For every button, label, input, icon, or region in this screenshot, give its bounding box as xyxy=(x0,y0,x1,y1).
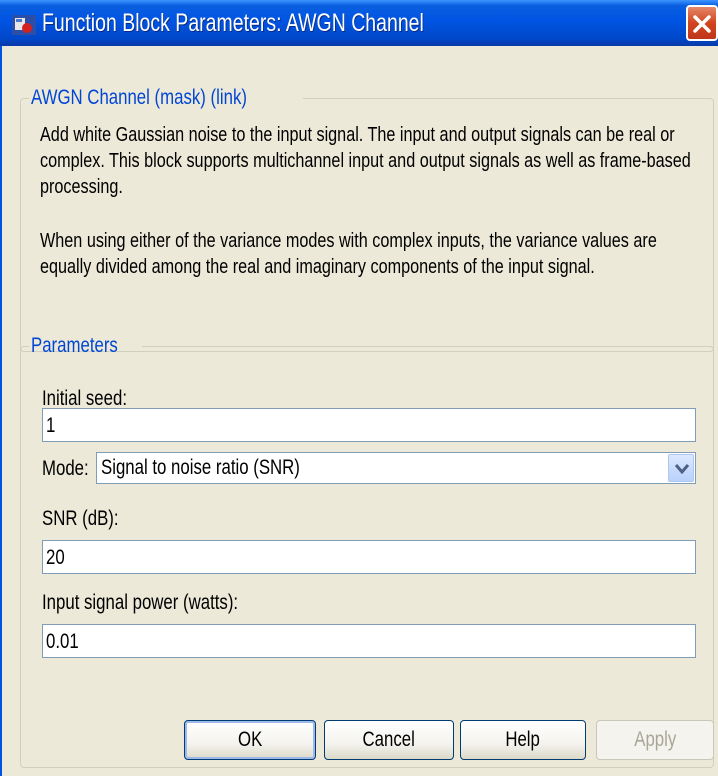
mode-select[interactable]: Signal to noise ratio (SNR) xyxy=(96,452,696,484)
initial-seed-field[interactable]: 1 xyxy=(42,408,696,442)
close-icon xyxy=(693,15,711,33)
apply-button[interactable]: Apply xyxy=(596,720,714,760)
title-bar[interactable]: Function Block Parameters: AWGN Channel xyxy=(0,0,718,46)
mode-dropdown-button[interactable] xyxy=(668,454,694,482)
close-button[interactable] xyxy=(686,5,718,41)
input-power-label: Input signal power (watts): xyxy=(42,591,239,614)
cancel-button[interactable]: Cancel xyxy=(324,720,454,760)
snr-label: SNR (dB): xyxy=(42,507,119,530)
mode-label: Mode: xyxy=(42,457,89,480)
dialog-body: AWGN Channel (mask) (link) Add white Gau… xyxy=(0,46,718,776)
mode-value: Signal to noise ratio (SNR) xyxy=(101,456,300,479)
description-group-label: AWGN Channel (mask) (link) xyxy=(31,86,247,109)
ok-button[interactable]: OK xyxy=(184,720,316,760)
chevron-down-icon xyxy=(675,464,689,475)
description-paragraph-2: When using either of the variance modes … xyxy=(40,230,657,278)
help-button[interactable]: Help xyxy=(460,720,586,760)
snr-field[interactable]: 20 xyxy=(42,540,696,574)
description-paragraph-1: Add white Gaussian noise to the input si… xyxy=(40,124,691,198)
window-title: Function Block Parameters: AWGN Channel xyxy=(42,9,424,37)
input-power-field[interactable]: 0.01 xyxy=(42,624,696,658)
simulink-block-icon xyxy=(12,15,36,35)
parameters-group-label: Parameters xyxy=(31,334,118,357)
